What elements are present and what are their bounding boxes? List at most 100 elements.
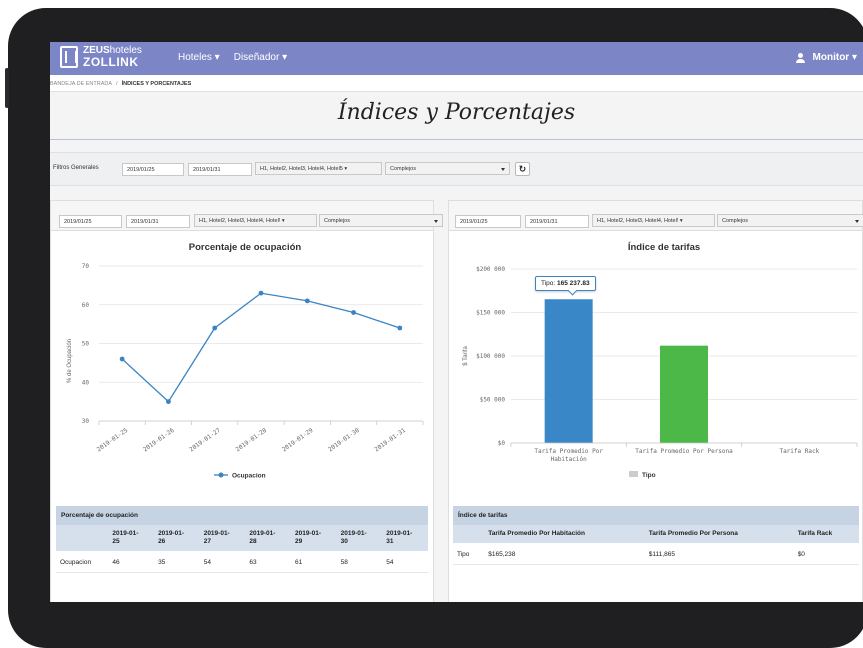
- tooltip-value: 165 237.83: [557, 280, 590, 287]
- x-tick-label: 2019-01-31: [373, 427, 407, 454]
- rates-cell: $0: [793, 543, 859, 566]
- y-tick-label: 70: [82, 263, 90, 270]
- chevron-down-icon: [855, 220, 859, 223]
- occupancy-complex-label: Complejos: [324, 218, 350, 224]
- occupancy-date-to-input[interactable]: 2019/01/31: [126, 215, 190, 228]
- x-tick-label: Tarifa Rack: [779, 448, 819, 455]
- table-row: Ocupacion 46 35 54 63 61 58 54: [56, 551, 428, 574]
- occupancy-cell: 63: [245, 551, 291, 574]
- data-point[interactable]: [397, 325, 403, 331]
- y-axis-label: % de Ocupación: [67, 339, 73, 383]
- chart-legend[interactable]: Tipo: [629, 471, 656, 479]
- general-filters-bar: Filtros Generales 2019/01/25 2019/01/31 …: [50, 152, 863, 186]
- bar-1[interactable]: [544, 299, 593, 443]
- legend-item-ocupacion: Ocupacion: [232, 473, 266, 480]
- chart-title: Índice de tarifas: [628, 242, 700, 253]
- occupancy-table-title: Porcentaje de ocupación: [56, 506, 428, 525]
- rates-date-from-input[interactable]: 2019/01/25: [455, 215, 521, 228]
- data-point[interactable]: [212, 325, 218, 331]
- occupancy-cell: 54: [382, 551, 428, 574]
- y-tick-label: $50 000: [480, 397, 506, 404]
- tooltip-label: Tipo:: [541, 280, 556, 287]
- occupancy-header-cell: 2019-01- 29: [290, 525, 337, 552]
- occupancy-line-chart: Porcentaje de ocupación 70 60 50 40 30 % de …: [67, 242, 424, 480]
- occupancy-panel: 2019/01/25 2019/01/31 H1, Hotel2, Hotel3…: [50, 200, 443, 602]
- general-hotels-select[interactable]: H1, Hotel2, Hotel3, Hotel4, Hotel5 ▾: [255, 162, 382, 175]
- user-menu[interactable]: Monitor ▾: [795, 52, 857, 63]
- chart-legend[interactable]: Ocupacion: [214, 472, 266, 480]
- data-point[interactable]: [304, 298, 310, 304]
- occupancy-table: 2019-01- 25 2019-01- 26 2019-01- 27 2019-01- 28…: [56, 525, 428, 574]
- occupancy-cell: 54: [199, 551, 246, 574]
- y-tick-label: 60: [82, 302, 90, 309]
- general-complex-select[interactable]: Complejos: [385, 162, 510, 175]
- breadcrumb-current: ÍNDICES Y PORCENTAJES: [121, 81, 192, 87]
- rates-panel: 2019/01/25 2019/01/31 H1, Hotel2, Hotel3…: [448, 200, 863, 602]
- x-tick-label: 2019-01-30: [327, 427, 361, 454]
- occupancy-header-cell: 2019-01- 26: [154, 525, 200, 552]
- occupancy-date-from-input[interactable]: 2019/01/25: [59, 215, 122, 228]
- y-tick-label: $150 000: [476, 310, 505, 317]
- data-point[interactable]: [351, 310, 356, 315]
- user-icon: [795, 52, 805, 63]
- occupancy-header-cell: 2019-01- 28: [245, 525, 291, 552]
- rates-table: Tarifa Promedio Por Habitación Tarifa Pro…: [453, 525, 859, 566]
- app-screen: ZEUShoteles ZOLLINK Hoteles ▾ Diseñador …: [50, 42, 863, 602]
- occupancy-hotels-select[interactable]: H1, Hotel2, Hotel3, Hotel4, Hotel! ▾: [194, 214, 317, 227]
- chevron-down-icon: [501, 168, 505, 171]
- rates-header-cell: [453, 525, 485, 544]
- rates-complex-select[interactable]: Complejos: [717, 214, 863, 227]
- y-tick-label: $0: [498, 440, 506, 447]
- data-point[interactable]: [258, 290, 264, 296]
- logo-text: ZEUShoteles ZOLLINK: [83, 46, 142, 69]
- table-row: Tipo $165,238 $111,865 $0: [453, 543, 859, 566]
- y-tick-label: $200 000: [476, 266, 505, 273]
- data-point[interactable]: [166, 399, 171, 405]
- data-point[interactable]: [119, 356, 125, 362]
- rates-cell: $165,238: [484, 543, 645, 566]
- y-tick-label: 50: [82, 341, 90, 348]
- rates-complex-label: Complejos: [722, 218, 748, 224]
- y-tick-label: $100 000: [476, 353, 505, 360]
- bar-2[interactable]: [660, 345, 708, 443]
- x-tick-label: 2019-01-28: [235, 427, 269, 454]
- nav-item-hoteles[interactable]: Hoteles ▾: [178, 52, 220, 63]
- x-tick-label: 2019-01-27: [188, 427, 222, 454]
- occupancy-complex-select[interactable]: Complejos: [319, 214, 443, 227]
- y-tick-label: 40: [82, 379, 90, 386]
- general-complex-label: Complejos: [390, 166, 416, 172]
- general-date-to-input[interactable]: 2019/01/31: [188, 163, 252, 176]
- rates-header-cell: Tarifa Promedio Por Persona: [644, 525, 794, 544]
- series-line-ocupacion: [121, 292, 401, 403]
- breadcrumb: BANDEJA DE ENTRADA / ÍNDICES Y PORCENTAJES: [50, 75, 863, 92]
- nav-item-disenador[interactable]: Diseñador ▾: [234, 52, 287, 63]
- occupancy-cell: 58: [336, 551, 383, 574]
- rates-filters: 2019/01/25 2019/01/31 H1, Hotel2, Hotel3…: [449, 201, 863, 231]
- occupancy-header-cell: 2019-01- 30: [336, 525, 383, 552]
- page-title: Índices y Porcentajes: [337, 100, 576, 125]
- breadcrumb-home[interactable]: BANDEJA DE ENTRADA: [50, 81, 112, 87]
- chart-title: Porcentaje de ocupación: [189, 242, 302, 253]
- logo-brand-sub: ZOLLINK: [83, 55, 139, 69]
- rates-hotels-select[interactable]: H1, Hotel2, Hotel3, Hotel4, Hotel! ▾: [592, 214, 715, 227]
- rates-table-title: Índice de tarifas: [453, 506, 859, 525]
- rates-cell: Tipo: [453, 543, 485, 566]
- x-tick-label: Tarifa Promedio Por Habitación: [534, 448, 603, 463]
- occupancy-header-cell: 2019-01- 25: [108, 525, 155, 552]
- refresh-button[interactable]: ↻: [515, 162, 530, 176]
- occupancy-cell: 35: [154, 551, 200, 574]
- y-tick-label: 30: [82, 418, 90, 425]
- user-name: Monitor ▾: [812, 52, 857, 63]
- x-tick-label: 2019-01-25: [96, 427, 130, 454]
- top-navbar: ZEUShoteles ZOLLINK Hoteles ▾ Diseñador …: [50, 42, 863, 75]
- occupancy-filters: 2019/01/25 2019/01/31 H1, Hotel2, Hotel3…: [51, 201, 443, 231]
- general-date-from-input[interactable]: 2019/01/25: [122, 163, 184, 176]
- rates-header-cell: Tarifa Rack: [793, 525, 859, 544]
- occupancy-cell: Ocupacion: [56, 551, 109, 574]
- tablet-side-button: [5, 68, 9, 108]
- app-logo[interactable]: ZEUShoteles ZOLLINK: [60, 46, 142, 68]
- chevron-down-icon: [434, 220, 438, 223]
- nav-menu: Hoteles ▾ Diseñador ▾: [178, 52, 287, 63]
- legend-item-tipo: Tipo: [642, 472, 656, 479]
- rates-date-to-input[interactable]: 2019/01/31: [525, 215, 589, 228]
